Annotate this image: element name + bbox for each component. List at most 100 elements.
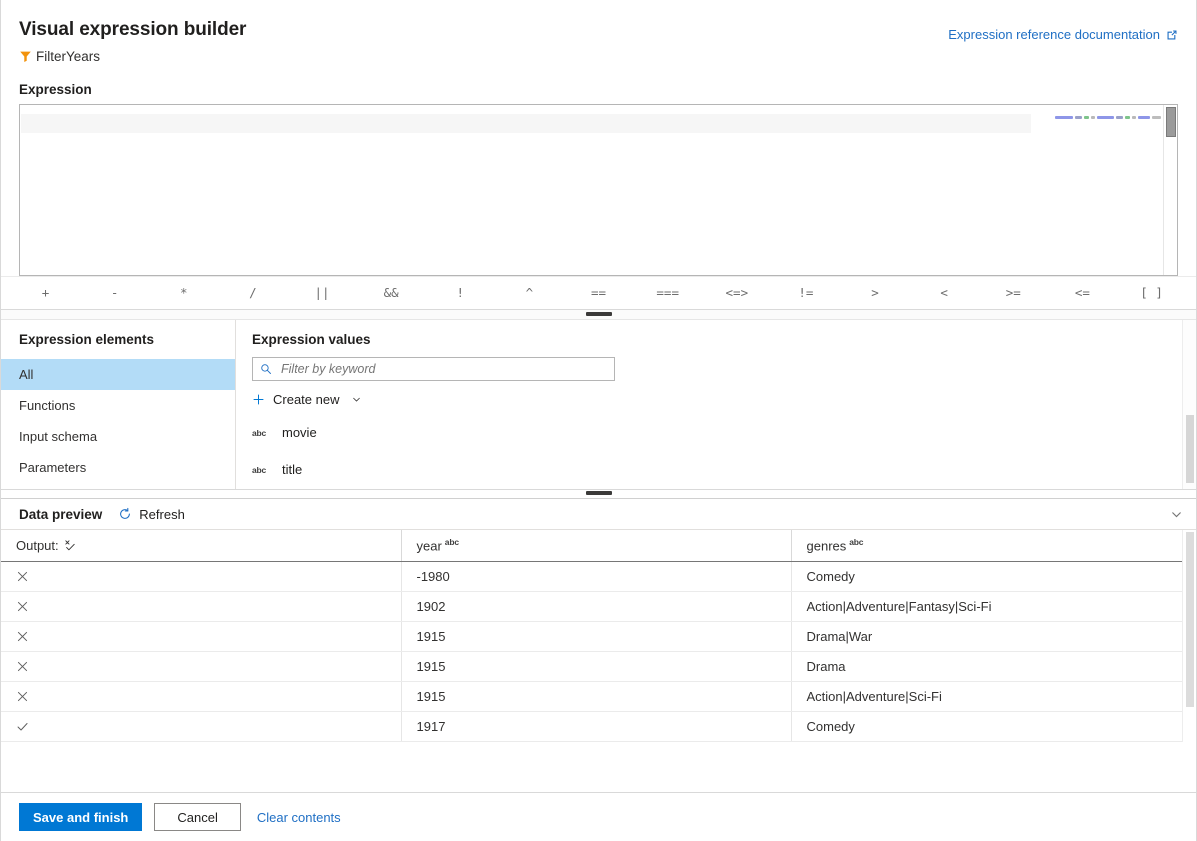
expression-editor[interactable]: toInteger(year) >= 1910 && toInteger(yea… xyxy=(19,104,1178,276)
operator-button-[interactable]: > xyxy=(841,276,910,310)
column-type-tag: abc xyxy=(445,537,459,547)
column-header-year[interactable]: yearabc xyxy=(401,530,791,561)
cell-genres: Action|Adventure|Sci-Fi xyxy=(791,681,1182,711)
operator-toolbar[interactable]: +-*/||&&!^=====<=>!=><>=<=[ ] xyxy=(1,276,1196,310)
cell-year: 1917 xyxy=(401,711,791,741)
operator-button-[interactable]: ! xyxy=(426,276,495,310)
operator-button-[interactable]: || xyxy=(288,276,357,310)
grid-scrollbar-thumb[interactable] xyxy=(1186,532,1194,707)
column-header-year-label: year xyxy=(417,538,442,553)
plus-icon xyxy=(252,393,265,406)
cell-output-excluded xyxy=(1,651,401,681)
column-header-genres-label: genres xyxy=(807,538,847,553)
expression-reference-documentation-link[interactable]: Expression reference documentation xyxy=(948,27,1178,42)
cell-year: -1980 xyxy=(401,561,791,591)
clear-contents-link[interactable]: Clear contents xyxy=(257,810,341,825)
table-body: -1980Comedy1902Action|Adventure|Fantasy|… xyxy=(1,561,1182,741)
operator-button-[interactable]: [ ] xyxy=(1117,276,1186,310)
values-panel-scrollbar[interactable] xyxy=(1182,320,1196,489)
refresh-label: Refresh xyxy=(139,507,185,522)
chevron-down-icon xyxy=(347,394,362,405)
column-type-tag: abc xyxy=(849,537,863,547)
data-preview-title: Data preview xyxy=(19,507,102,522)
table-row[interactable]: 1917Comedy xyxy=(1,711,1182,741)
expression-element-item-functions[interactable]: Functions xyxy=(1,390,235,421)
expression-elements-title: Expression elements xyxy=(1,320,235,359)
editor-resize-handle[interactable] xyxy=(1,310,1196,320)
expression-element-item-all[interactable]: All xyxy=(1,359,235,390)
cell-output-included xyxy=(1,711,401,741)
operator-button-[interactable]: < xyxy=(910,276,979,310)
cell-genres: Action|Adventure|Fantasy|Sci-Fi xyxy=(791,591,1182,621)
refresh-button[interactable]: Refresh xyxy=(118,507,185,522)
expression-values-panel: Expression values Create new xyxy=(236,320,1196,489)
expression-elements-list: AllFunctionsInput schemaParameters xyxy=(1,359,235,483)
collapse-data-preview-button[interactable] xyxy=(1156,499,1196,530)
dialog-header: Visual expression builder FilterYears Ex… xyxy=(1,0,1196,64)
column-header-output-label: Output: xyxy=(16,538,59,553)
create-new-button[interactable]: Create new xyxy=(252,392,362,407)
chevron-down-icon xyxy=(1170,508,1183,521)
cell-year: 1915 xyxy=(401,681,791,711)
cell-year: 1915 xyxy=(401,621,791,651)
grid-vertical-scrollbar[interactable] xyxy=(1182,530,1196,742)
operator-button-[interactable]: + xyxy=(11,276,80,310)
data-preview-resize-handle[interactable] xyxy=(1,490,1196,499)
values-scrollbar-thumb[interactable] xyxy=(1186,415,1194,483)
minimap-line xyxy=(1055,116,1174,119)
table-row[interactable]: 1915Action|Adventure|Sci-Fi xyxy=(1,681,1182,711)
create-new-label: Create new xyxy=(273,392,339,407)
editor-vertical-scrollbar[interactable] xyxy=(1163,105,1177,275)
table-row[interactable]: 1915Drama xyxy=(1,651,1182,681)
operator-button-[interactable]: === xyxy=(633,276,702,310)
operator-button-[interactable]: * xyxy=(149,276,218,310)
filter-keyword-box[interactable] xyxy=(252,357,615,381)
table-row[interactable]: -1980Comedy xyxy=(1,561,1182,591)
operator-button-[interactable]: == xyxy=(564,276,633,310)
expression-elements-panel: Expression elements AllFunctionsInput sc… xyxy=(1,320,236,489)
table-row[interactable]: 1915Drama|War xyxy=(1,621,1182,651)
gripper-icon xyxy=(586,312,612,316)
expression-value-item[interactable]: abc title xyxy=(236,451,1196,488)
operator-button-[interactable]: <= xyxy=(1048,276,1117,310)
expression-value-label: title xyxy=(282,462,302,477)
expression-element-item-parameters[interactable]: Parameters xyxy=(1,452,235,483)
visual-expression-builder-dialog: Visual expression builder FilterYears Ex… xyxy=(0,0,1197,841)
cancel-button[interactable]: Cancel xyxy=(154,803,240,831)
operator-button-[interactable]: <=> xyxy=(702,276,771,310)
column-header-genres[interactable]: genresabc xyxy=(791,530,1182,561)
cell-year: 1902 xyxy=(401,591,791,621)
table-row[interactable]: 1902Action|Adventure|Fantasy|Sci-Fi xyxy=(1,591,1182,621)
operator-button-[interactable]: >= xyxy=(979,276,1048,310)
filter-funnel-icon xyxy=(19,50,32,63)
editor-minimap[interactable] xyxy=(1043,105,1163,275)
cell-genres: Drama|War xyxy=(791,621,1182,651)
expression-values-title: Expression values xyxy=(236,320,1196,357)
close-icon xyxy=(16,660,400,673)
cell-genres: Comedy xyxy=(791,561,1182,591)
stream-name: FilterYears xyxy=(36,49,100,64)
cell-output-excluded xyxy=(1,591,401,621)
cell-genres: Comedy xyxy=(791,711,1182,741)
string-type-icon: abc xyxy=(252,465,270,475)
expression-element-item-input-schema[interactable]: Input schema xyxy=(1,421,235,452)
operator-button-[interactable]: ^ xyxy=(495,276,564,310)
save-and-finish-button[interactable]: Save and finish xyxy=(19,803,142,831)
operator-button-[interactable]: - xyxy=(80,276,149,310)
search-input[interactable] xyxy=(279,361,607,377)
operator-button-[interactable]: != xyxy=(771,276,840,310)
check-icon xyxy=(16,720,400,733)
expression-section-label: Expression xyxy=(19,82,1178,97)
operator-button-[interactable]: / xyxy=(218,276,287,310)
operator-button-[interactable]: && xyxy=(357,276,426,310)
refresh-icon xyxy=(118,507,132,521)
table-header-row: Output: yearabc g xyxy=(1,530,1182,561)
expression-value-item[interactable]: abcmovie xyxy=(236,414,1196,451)
cell-output-excluded xyxy=(1,681,401,711)
cell-output-excluded xyxy=(1,561,401,591)
editor-scrollbar-thumb[interactable] xyxy=(1166,107,1176,137)
close-icon xyxy=(16,630,400,643)
string-type-icon: abc xyxy=(252,428,270,438)
data-preview-grid-wrap: Output: yearabc g xyxy=(1,530,1196,742)
column-header-output[interactable]: Output: xyxy=(1,530,401,561)
